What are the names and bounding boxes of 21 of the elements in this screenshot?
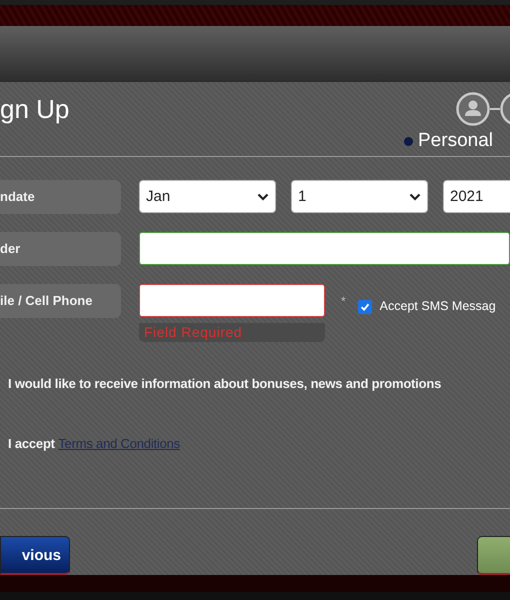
select-field[interactable]: 2021	[443, 180, 510, 214]
select-field[interactable]: Jan	[139, 180, 276, 214]
required-mark: *	[341, 294, 346, 308]
checkbox[interactable]	[358, 300, 372, 314]
phone-input-field[interactable]	[139, 284, 325, 318]
step-label: Personal	[418, 130, 493, 152]
field-label: der	[0, 232, 121, 266]
next-button[interactable]	[477, 536, 510, 575]
chevron-icon	[257, 192, 269, 201]
error-message: Field Required	[139, 323, 325, 342]
field-label: ndate	[0, 180, 121, 214]
consent-text: I accept Terms and Conditions	[8, 435, 181, 452]
dialog-title: gn Up	[0, 94, 70, 124]
select-field[interactable]: 1	[291, 180, 428, 214]
chevron-icon	[409, 192, 421, 201]
consent-text: I would like to receive information about bonuses, news and promotions	[8, 375, 442, 392]
checkbox-label: Accept SMS Messag	[380, 299, 496, 314]
input-field[interactable]	[139, 232, 510, 266]
step-dot	[404, 136, 413, 146]
field-label: ile / Cell Phone	[0, 284, 121, 318]
previous-button[interactable]: vious	[0, 536, 70, 575]
